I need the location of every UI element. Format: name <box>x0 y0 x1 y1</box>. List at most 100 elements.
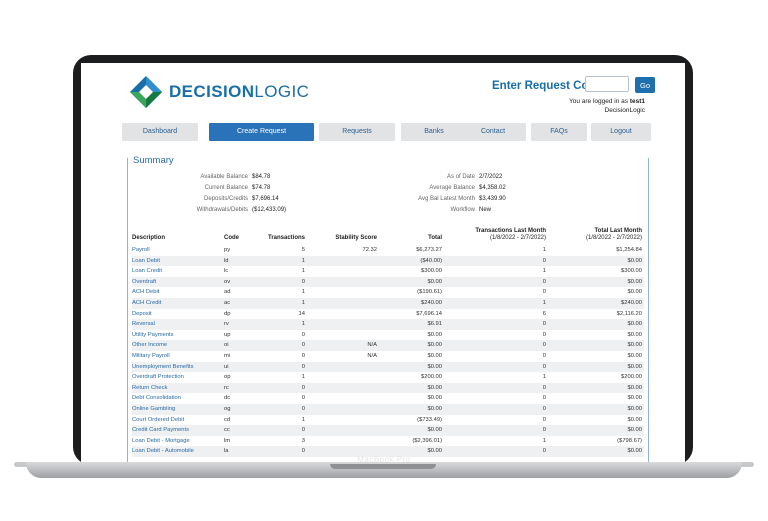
cell-description[interactable]: Loan Credit <box>132 268 162 274</box>
cell-transactions: 1 <box>301 300 305 306</box>
cell-description[interactable]: Overdraft Protection <box>132 374 184 380</box>
cell-description[interactable]: Overdraft <box>132 279 156 285</box>
cell-code: og <box>224 406 231 412</box>
cell-transactions: 1 <box>301 289 305 296</box>
cell-code: cc <box>224 427 230 434</box>
login-user: test1 <box>629 98 645 105</box>
cell-transactions-last-month: 0 <box>542 406 546 412</box>
cell-total: ($733.49) <box>417 416 442 423</box>
nav-contact[interactable]: Contact <box>460 123 526 141</box>
cell-code: py <box>224 247 231 253</box>
cell-total-last-month: ($798.67) <box>617 437 642 444</box>
summary-value: $4,358.02 <box>479 185 506 191</box>
cell-total: $0.00 <box>427 331 442 338</box>
cell-description[interactable]: Loan Debit <box>132 258 160 264</box>
cell-stability: N/A <box>367 353 377 359</box>
cell-code: ui <box>224 363 229 370</box>
cell-transactions: 0 <box>301 395 305 402</box>
cell-description[interactable]: Reversal <box>132 321 155 327</box>
cell-total: ($2,396.01) <box>412 437 442 444</box>
cell-total: $0.00 <box>427 395 442 402</box>
cell-transactions-last-month: 0 <box>542 384 546 391</box>
nav-dashboard[interactable]: Dashboard <box>122 123 198 141</box>
cell-code: la <box>224 448 229 455</box>
nav-faqs[interactable]: FAQs <box>531 123 587 141</box>
decisionlogic-logo-icon <box>130 76 162 108</box>
summary-label: Avg Bal Latest Month <box>418 196 475 202</box>
cell-total-last-month: $0.00 <box>627 321 642 328</box>
nav-banks[interactable]: Banks <box>401 123 467 141</box>
summary-label: Average Balance <box>429 185 475 191</box>
cell-transactions: 0 <box>301 384 305 391</box>
table-row: Payroll py 5 72.32 $6,273.27 1 $1,254.84 <box>132 245 644 256</box>
summary-value: $7,696.14 <box>252 196 279 202</box>
cell-total-last-month: $0.00 <box>627 406 642 412</box>
cell-code: cd <box>224 416 231 423</box>
cell-total-last-month: $0.00 <box>627 278 642 285</box>
cell-code: ac <box>224 300 231 306</box>
cell-transactions: 1 <box>301 257 305 264</box>
cell-description[interactable]: Loan Debit - Automobile <box>132 448 194 454</box>
cell-total: $0.00 <box>427 353 442 359</box>
cell-code: lc <box>224 268 229 275</box>
cell-transactions: 0 <box>301 342 305 349</box>
cell-description[interactable]: Debt Consolidation <box>132 395 181 401</box>
cell-description[interactable]: Utility Payments <box>132 332 174 338</box>
nav-requests[interactable]: Requests <box>319 123 395 141</box>
cell-description[interactable]: Court Ordered Debit <box>132 417 184 423</box>
cell-transactions: 0 <box>301 331 305 338</box>
summary-value: $3,439.90 <box>479 196 506 202</box>
cell-description[interactable]: Other Income <box>132 342 167 348</box>
app-window: DECISIONLOGIC Enter Request Code Go You … <box>81 63 685 463</box>
table-row: Loan Debit ld 1 ($40.00) 0 $0.00 <box>132 255 644 267</box>
col-header-transactions-last-month: Transactions Last Month <box>475 228 546 234</box>
cell-total: $7,696.14 <box>416 310 442 317</box>
nav-logout[interactable]: Logout <box>591 123 651 141</box>
summary-title: Summary <box>133 155 174 166</box>
summary-label: Workflow <box>450 207 475 213</box>
cell-description[interactable]: Return Check <box>132 385 167 391</box>
cell-description[interactable]: Payroll <box>132 247 150 253</box>
cell-code: oi <box>224 342 229 349</box>
cell-description[interactable]: Loan Debit - Mortgage <box>132 438 190 444</box>
summary-label: Available Balance <box>200 174 248 180</box>
brand-name: DECISIONLOGIC <box>169 82 309 102</box>
cell-description[interactable]: Military Payroll <box>132 353 170 359</box>
table-row: ACH Debit ad 1 ($190.61) 0 $0.00 <box>132 287 644 298</box>
cell-description[interactable]: ACH Debit <box>132 289 159 295</box>
cell-total: $6.91 <box>427 321 442 328</box>
table-row: Utility Payments up 0 $0.00 0 $0.00 <box>132 330 644 341</box>
go-button[interactable]: Go <box>635 77 655 93</box>
cell-transactions-last-month: 0 <box>542 353 546 359</box>
cell-total: $6,273.27 <box>416 247 442 253</box>
cell-code: dp <box>224 310 231 317</box>
cell-description[interactable]: Online Gambling <box>132 406 175 412</box>
cell-description[interactable]: Unemployment Benefits <box>132 364 194 370</box>
nav-create-request[interactable]: Create Request <box>209 123 314 141</box>
cell-transactions-last-month: 0 <box>542 331 546 338</box>
table-row: ACH Credit ac 1 $240.00 1 $240.00 <box>132 298 644 309</box>
cell-description[interactable]: Deposit <box>132 311 152 317</box>
cell-transactions-last-month: 1 <box>542 437 546 444</box>
cell-total-last-month: $0.00 <box>627 416 642 423</box>
table-row: Online Gambling og 0 $0.00 0 $0.00 <box>132 404 644 415</box>
cell-total: $0.00 <box>427 342 442 349</box>
cell-transactions: 1 <box>301 268 305 275</box>
login-company: DecisionLogic <box>604 107 645 114</box>
cell-description[interactable]: Credit Card Payments <box>132 427 189 433</box>
cell-transactions-last-month: 0 <box>542 416 546 423</box>
table-row: Loan Debit - Mortgage lm 3 ($2,396.01) 1 ($79… <box>132 436 644 447</box>
request-code-input[interactable] <box>585 76 629 92</box>
brand-logo[interactable]: DECISIONLOGIC <box>129 75 309 109</box>
summary-label: As of Date <box>446 174 475 180</box>
cell-transactions-last-month: 6 <box>542 310 546 317</box>
col-header-total-last-month: Total Last Month <box>594 228 642 234</box>
cell-code: ov <box>224 278 231 285</box>
summary-panel: Summary Available Balance $84.78 Current… <box>127 155 649 463</box>
col-header-stability: Stability Score <box>335 235 377 241</box>
login-prefix: You are logged in as <box>568 98 628 105</box>
cell-stability: 72.32 <box>362 247 377 253</box>
cell-description[interactable]: ACH Credit <box>132 300 161 306</box>
cell-transactions: 14 <box>298 310 305 317</box>
cell-transactions-last-month: 1 <box>542 268 546 275</box>
